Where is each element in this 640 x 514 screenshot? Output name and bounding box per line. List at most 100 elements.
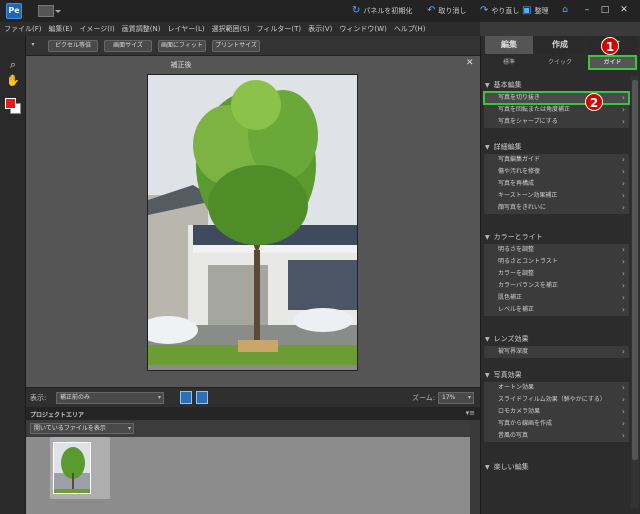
list-item[interactable]: 写真編集ガイド <box>484 154 629 166</box>
redo-icon: ↷ <box>480 5 489 16</box>
list-item[interactable]: オートン効果 <box>484 382 629 394</box>
section-header[interactable]: ▼ 基本編集 <box>481 78 629 92</box>
section-title: レンズ効果 <box>493 335 529 343</box>
project-area-header: プロジェクトエリア ▾≡ <box>26 407 480 420</box>
section-color-light: ▼カラーとライト 明るさを調整 明るさとコントラスト カラーを調整 カラーバラン… <box>481 230 629 316</box>
menu-edit[interactable]: 編集(E) <box>49 24 73 34</box>
redo-button[interactable]: ↷ やり直し <box>480 5 519 17</box>
list-item[interactable]: カラーバランスを補正 <box>484 280 629 292</box>
rotate-straighten-item[interactable]: 写真を回転または角度補正 <box>484 104 629 116</box>
list-item[interactable]: 写真から線画を作成 <box>484 418 629 430</box>
list-item[interactable]: 明るさとコントラスト <box>484 256 629 268</box>
section-title: 楽しい編集 <box>493 463 529 471</box>
document-close-icon[interactable]: ✕ <box>466 58 474 68</box>
close-icon[interactable]: ✕ <box>617 3 631 17</box>
menu-image[interactable]: イメージ(I) <box>79 24 114 34</box>
redo-label: やり直し <box>491 7 520 15</box>
organize-label: 整理 <box>534 7 549 15</box>
collapse-icon: ▼ <box>485 372 490 379</box>
section-title: カラーとライト <box>493 233 543 241</box>
home-icon[interactable]: ⌂ <box>558 3 572 17</box>
section-basic-edits: ▼基本編集 写真を切り抜き 写真を回転または角度補正 写真をシャープにする <box>481 78 630 128</box>
reset-panels-label: パネルを初期化 <box>363 7 413 15</box>
layout-menu-icon[interactable] <box>38 5 61 17</box>
foreground-color-swatch[interactable] <box>5 98 16 109</box>
section-header[interactable]: ▼ 詳細編集 <box>481 140 629 154</box>
panel-scroll-thumb[interactable] <box>632 80 638 460</box>
menu-filter[interactable]: フィルター(T) <box>257 24 302 34</box>
hand-tool-icon[interactable]: ✋ <box>6 74 20 88</box>
list-item[interactable]: 肌色補正 <box>484 292 629 304</box>
menu-window[interactable]: ウィンドウ(W) <box>339 24 386 34</box>
section-touchups: ▼詳細編集 写真編集ガイド 傷や汚れを修復 写真を再構成 キーストーン効果補正 … <box>481 140 629 214</box>
menu-view[interactable]: 表示(V) <box>308 24 332 34</box>
list-item[interactable]: 顔写真をきれいに <box>484 202 629 214</box>
section-fun-edits: ▼ 楽しい編集 <box>481 460 629 474</box>
list-item[interactable]: キーストーン効果補正 <box>484 190 629 202</box>
menu-layer[interactable]: レイヤー(L) <box>167 24 204 34</box>
menu-file[interactable]: ファイル(F) <box>4 24 42 34</box>
zoom-label: ズーム: <box>412 394 436 402</box>
crop-photo-item[interactable]: 写真を切り抜き <box>483 91 630 105</box>
maximize-icon[interactable]: □ <box>598 3 612 17</box>
print-size-button[interactable]: プリントサイズ <box>212 40 260 52</box>
photo-canvas[interactable] <box>147 74 358 371</box>
menu-select[interactable]: 選択範囲(S) <box>212 24 250 34</box>
options-collapse-icon[interactable]: ▾ <box>28 40 38 52</box>
canvas-area: 補正後 ✕ <box>26 56 480 387</box>
project-area-title: プロジェクトエリア <box>30 412 85 419</box>
section-header[interactable]: ▼ 写真効果 <box>481 368 629 382</box>
list-item[interactable]: 傷や汚れを修復 <box>484 166 629 178</box>
undo-button[interactable]: ↶ 取り消し <box>427 5 466 17</box>
menu-bar: ファイル(F) 編集(E) イメージ(I) 画質調整(N) レイヤー(L) 選択… <box>0 22 480 36</box>
collapse-icon: ▼ <box>485 336 490 343</box>
list-item[interactable]: カラーを調整 <box>484 268 629 280</box>
menu-enhance[interactable]: 画質調整(N) <box>122 24 161 34</box>
list-item[interactable]: 被写界深度 <box>484 346 629 358</box>
tree-photo <box>148 75 357 370</box>
section-title: 詳細編集 <box>493 143 522 151</box>
list-item[interactable]: 昔風の写真 <box>484 430 629 442</box>
section-header[interactable]: ▼ 楽しい編集 <box>481 460 629 474</box>
section-photo-effects: ▼写真効果 オートン効果 スライドフィルム効果（鮮やかにする） ロモカメラ効果 … <box>481 368 629 442</box>
subtab-full[interactable]: 標準 <box>485 56 533 69</box>
collapse-icon: ▼ <box>485 234 490 241</box>
list-item[interactable]: 写真を再構成 <box>484 178 629 190</box>
list-item[interactable]: スライドフィルム効果（鮮やかにする） <box>484 394 629 406</box>
zoom-tool-icon[interactable]: ⌕ <box>6 58 20 72</box>
project-scrollbar[interactable] <box>470 420 480 514</box>
menu-help[interactable]: ヘルプ(H) <box>394 24 426 34</box>
subtab-quick[interactable]: クイック <box>535 56 585 69</box>
undo-label: 取り消し <box>438 7 467 15</box>
rotate-left-icon[interactable] <box>180 391 192 404</box>
tab-edit[interactable]: 編集 <box>485 36 533 54</box>
options-bar: ▾ ピクセル等倍 画面サイズ 画面にフィット プリントサイズ <box>26 36 480 56</box>
section-lens-effects: ▼ レンズ効果 被写界深度 <box>481 332 629 358</box>
view-select[interactable]: 補正前のみ <box>56 392 164 404</box>
sharpen-item[interactable]: 写真をシャープにする <box>484 116 629 128</box>
list-item[interactable]: 明るさを調整 <box>484 244 629 256</box>
tab-create[interactable]: 作成 <box>535 36 585 54</box>
fill-screen-button[interactable]: 画面にフィット <box>158 40 206 52</box>
minimize-icon[interactable]: – <box>580 3 594 17</box>
project-filter-select[interactable]: 開いているファイルを表示 <box>30 423 134 434</box>
photo-thumbnail[interactable] <box>53 442 91 494</box>
document-title: 補正後 <box>170 61 192 69</box>
organize-button[interactable]: ▣ 整理 <box>522 5 548 17</box>
list-item[interactable]: ロモカメラ効果 <box>484 406 629 418</box>
callout-2: 2 <box>585 93 603 111</box>
zoom-select[interactable]: 17% <box>438 392 474 404</box>
panel-menu-icon[interactable]: ▾≡ <box>466 409 475 417</box>
list-item[interactable]: レベルを補正 <box>484 304 629 316</box>
actual-pixels-button[interactable]: ピクセル等倍 <box>48 40 98 52</box>
collapse-icon: ▼ <box>485 144 490 151</box>
collapse-icon: ▼ <box>485 82 490 89</box>
reset-panels-button[interactable]: ↻ パネルを初期化 <box>352 5 412 17</box>
fit-screen-button[interactable]: 画面サイズ <box>104 40 152 52</box>
section-title: 基本編集 <box>493 81 522 89</box>
section-header[interactable]: ▼ レンズ効果 <box>481 332 629 346</box>
project-area: プロジェクトエリア ▾≡ 開いているファイルを表示 <box>26 407 480 514</box>
rotate-right-icon[interactable] <box>196 391 208 404</box>
section-header[interactable]: ▼ カラーとライト <box>481 230 629 244</box>
view-label: 表示: <box>30 394 47 402</box>
